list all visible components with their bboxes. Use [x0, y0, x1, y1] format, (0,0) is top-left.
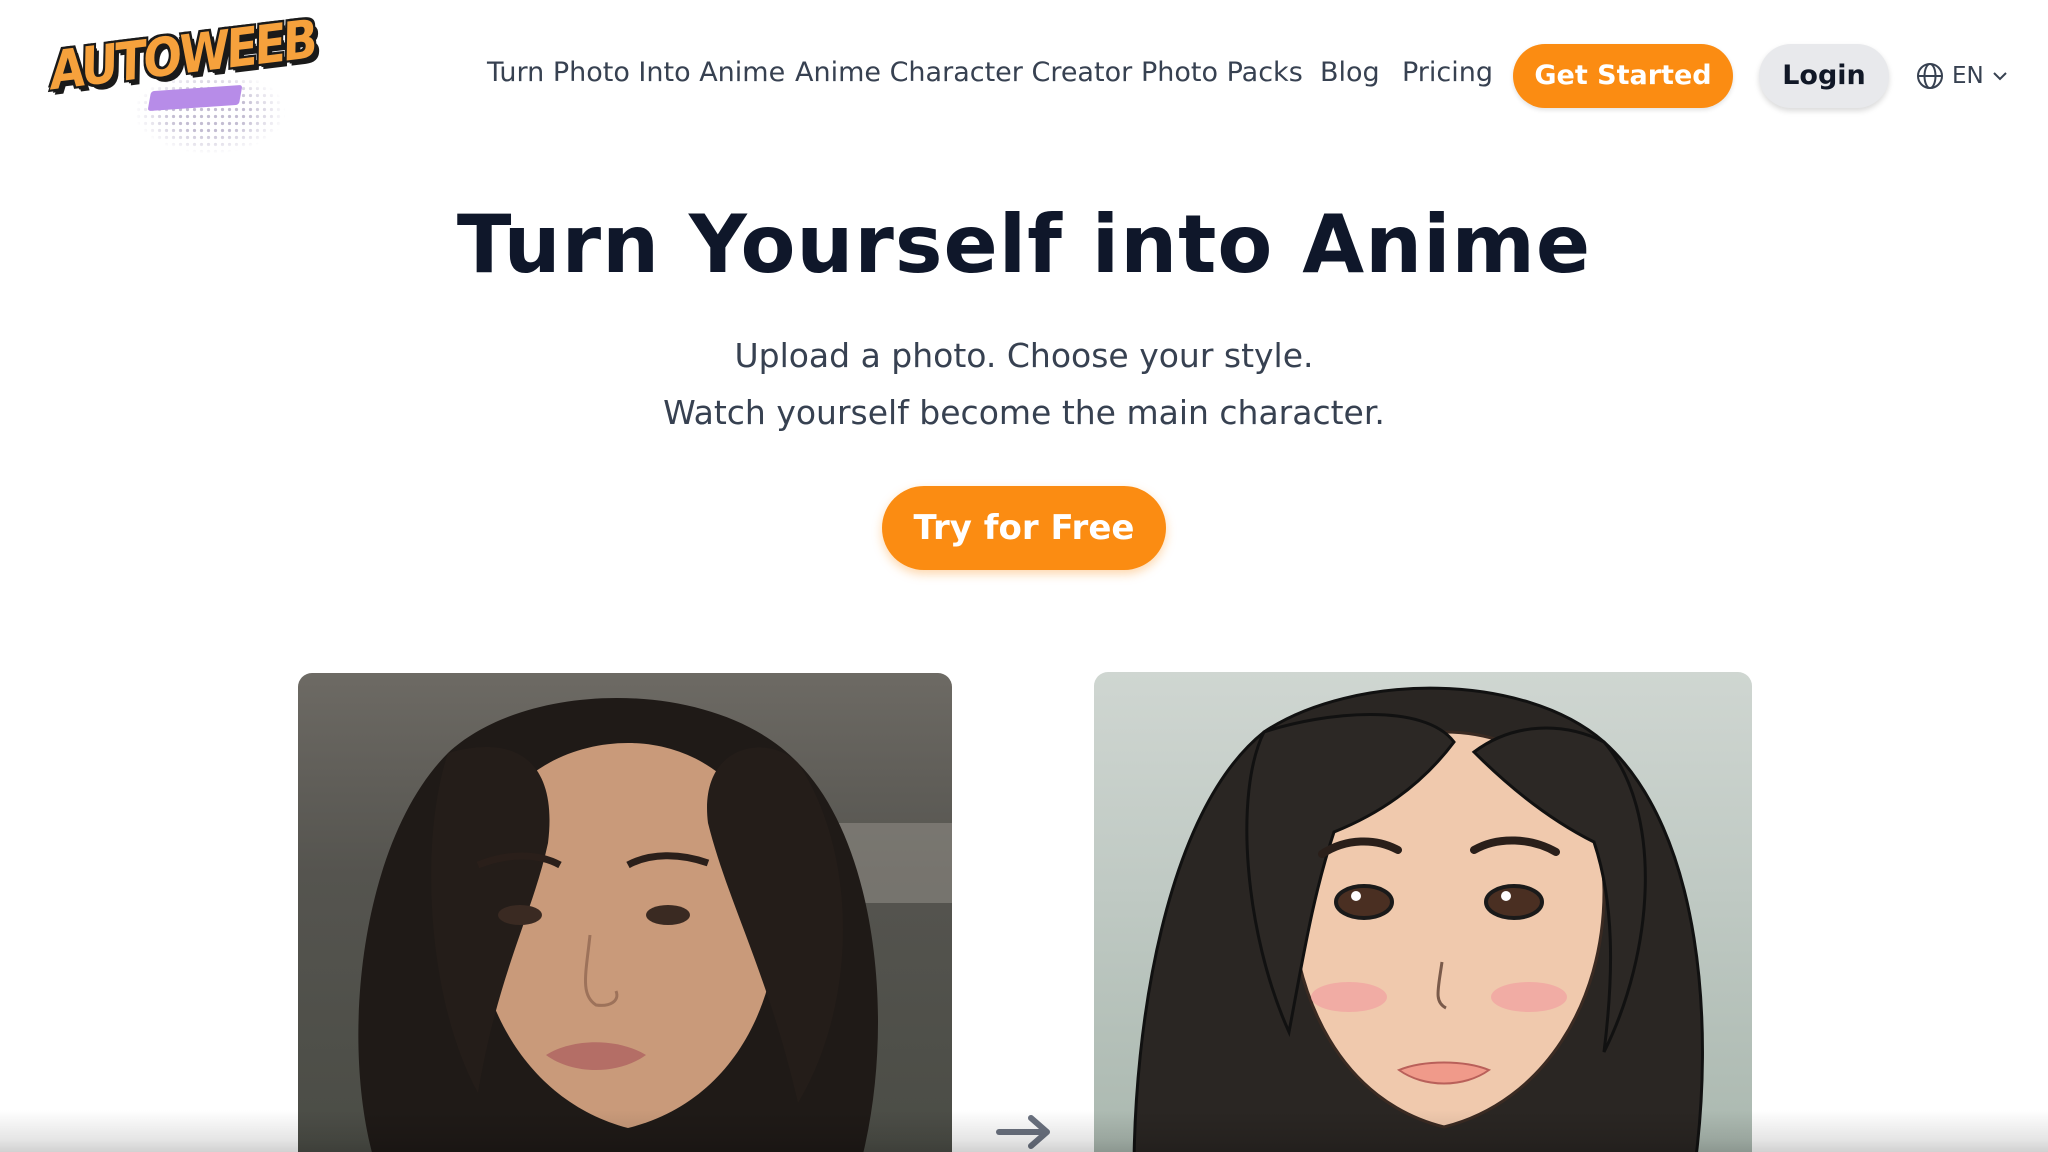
hero-title: Turn Yourself into Anime: [456, 198, 1592, 291]
chevron-down-icon: [1992, 70, 2008, 82]
nav-link-blog[interactable]: Blog: [1320, 57, 1380, 88]
page: AUTOWEEB Turn Photo Into Anime Anime Cha…: [0, 0, 2048, 1152]
language-label: EN: [1952, 63, 1984, 89]
hero-subtitle-line2: Watch yourself become the main character…: [663, 393, 1385, 432]
anime-result-image: [1094, 672, 1752, 1152]
arrow-right-icon: [995, 1108, 1055, 1152]
hero-subtitle-line1: Upload a photo. Choose your style.: [734, 336, 1314, 375]
nav-link-pricing[interactable]: Pricing: [1402, 57, 1493, 88]
nav-link-turn-photo-into-anime[interactable]: Turn Photo Into Anime: [487, 57, 785, 88]
site-header: AUTOWEEB Turn Photo Into Anime Anime Cha…: [0, 0, 2048, 153]
autoweeb-logo[interactable]: AUTOWEEB: [40, 7, 315, 153]
nav-link-photo-packs[interactable]: Photo Packs: [1141, 57, 1303, 88]
globe-icon: [1916, 62, 1944, 90]
get-started-button[interactable]: Get Started: [1513, 44, 1733, 108]
login-button[interactable]: Login: [1759, 44, 1889, 108]
original-photo: [298, 673, 952, 1152]
language-selector[interactable]: EN: [1916, 60, 2008, 92]
try-for-free-button[interactable]: Try for Free: [882, 486, 1166, 570]
nav-link-anime-character-creator[interactable]: Anime Character Creator: [795, 57, 1132, 88]
